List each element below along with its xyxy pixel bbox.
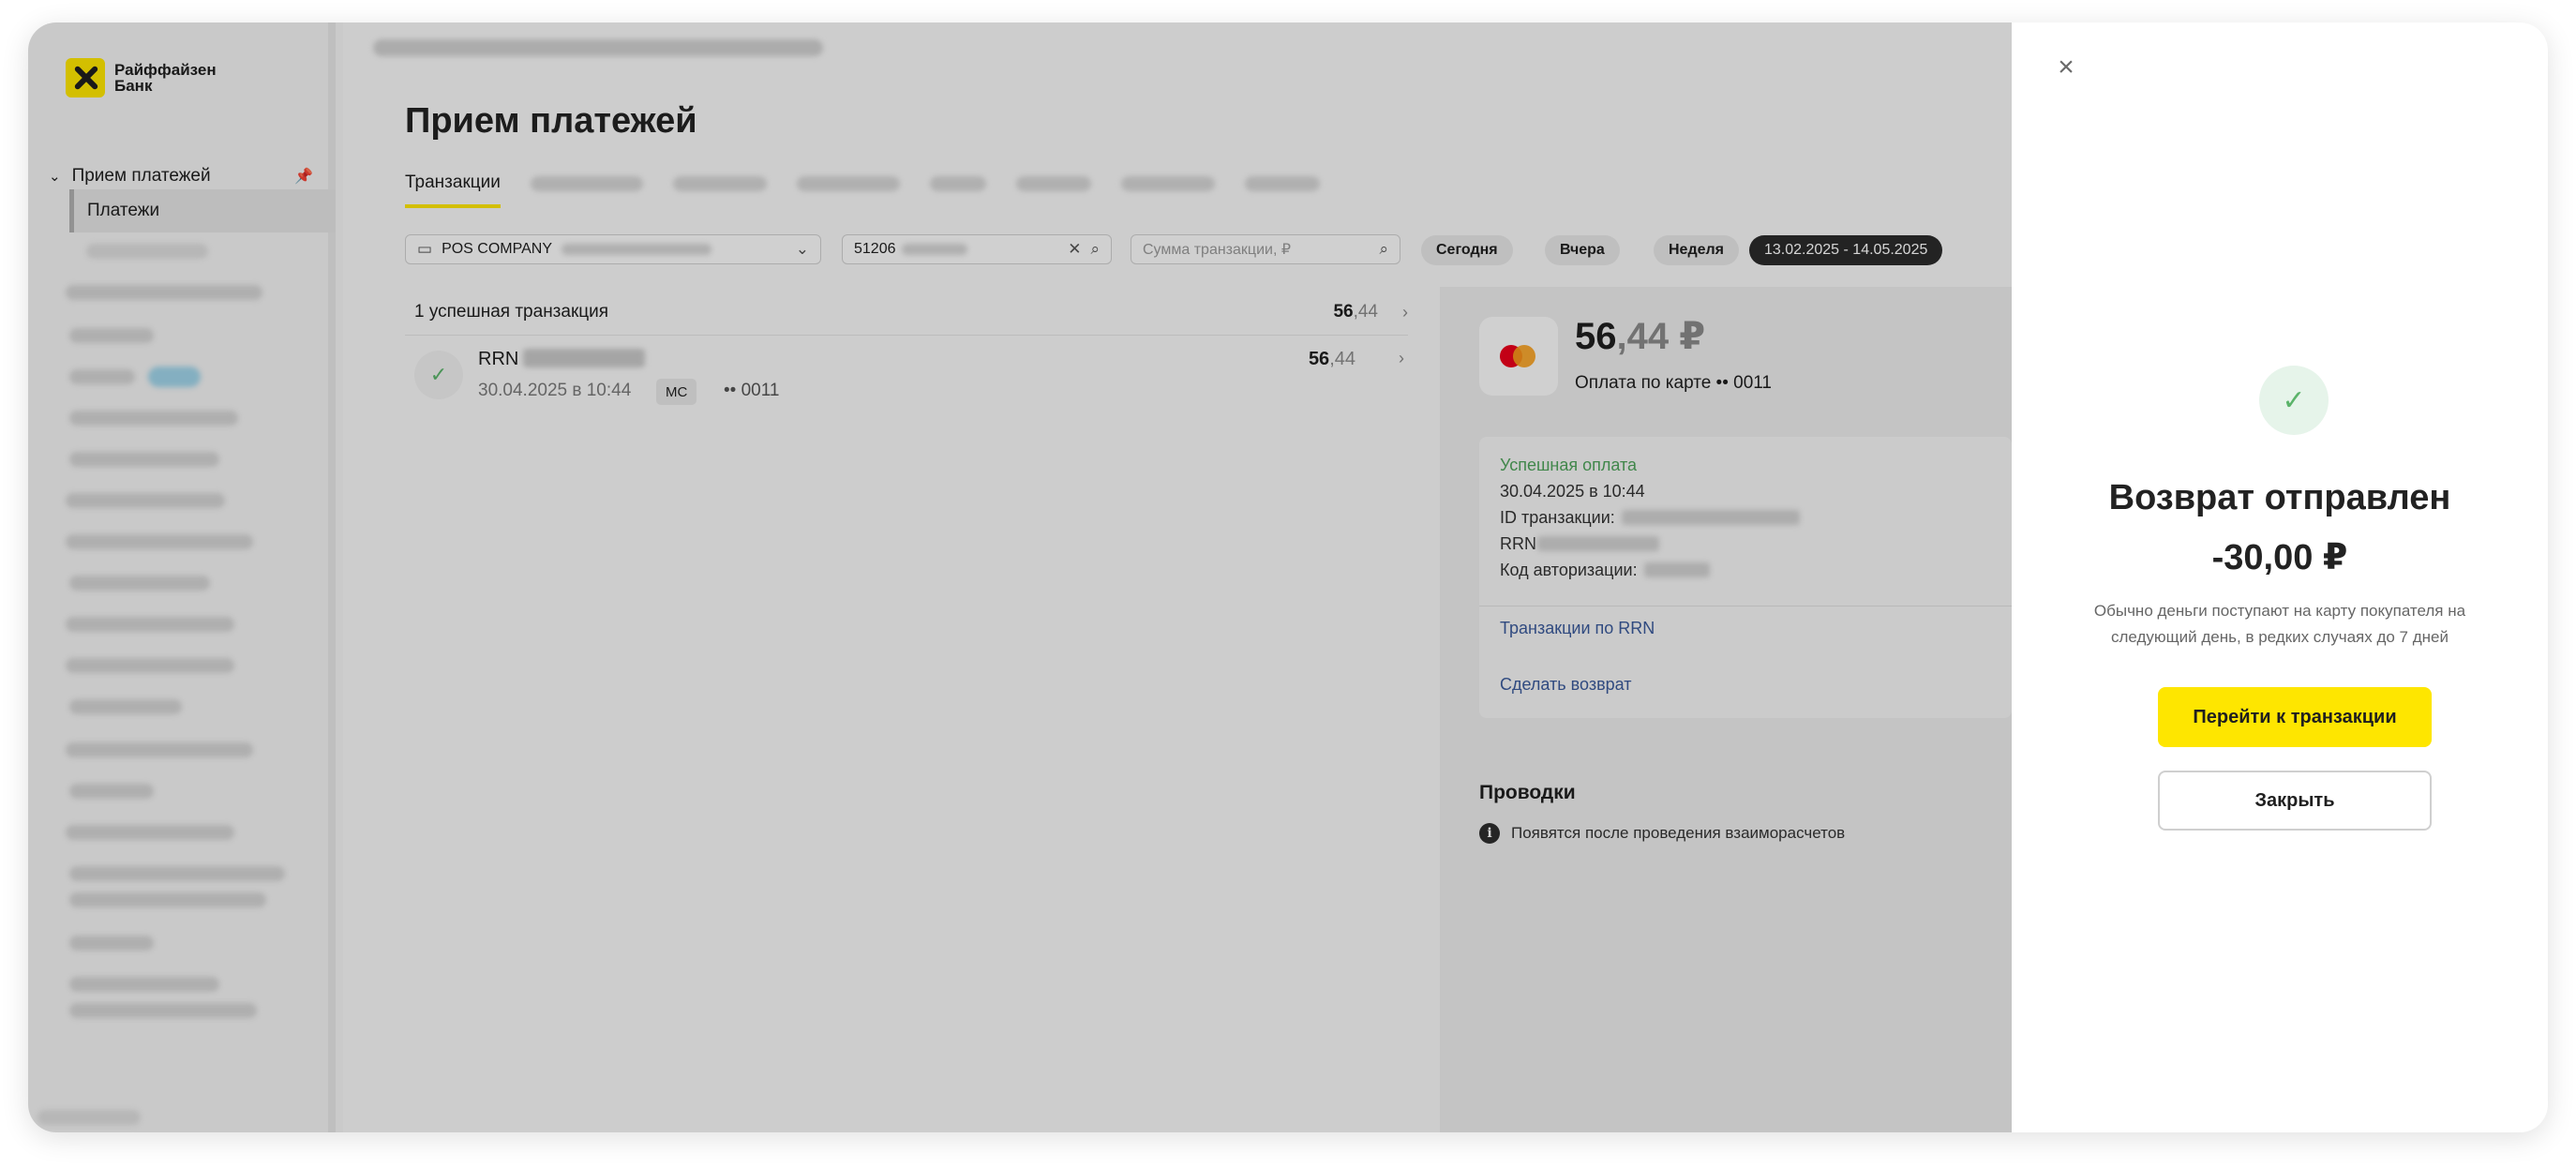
go-to-transaction-button[interactable]: Перейти к транзакции: [2158, 687, 2432, 747]
close-button[interactable]: Закрыть: [2158, 771, 2432, 831]
refund-sent-panel: × ✓ Возврат отправлен -30,00 ₽ Обычно де…: [2012, 22, 2548, 1132]
app-window: Райффайзен Банк ⌄ Прием платежей 📌 Плате…: [28, 22, 2548, 1132]
modal-description: Обычно деньги поступают на карту покупат…: [2093, 602, 2466, 646]
modal-backdrop[interactable]: [28, 22, 2012, 1132]
refund-amount: -30,00 ₽: [2211, 538, 2348, 577]
check-icon: ✓: [2259, 366, 2329, 435]
modal-title: Возврат отправлен: [2108, 478, 2451, 517]
close-icon[interactable]: ×: [2051, 52, 2081, 82]
